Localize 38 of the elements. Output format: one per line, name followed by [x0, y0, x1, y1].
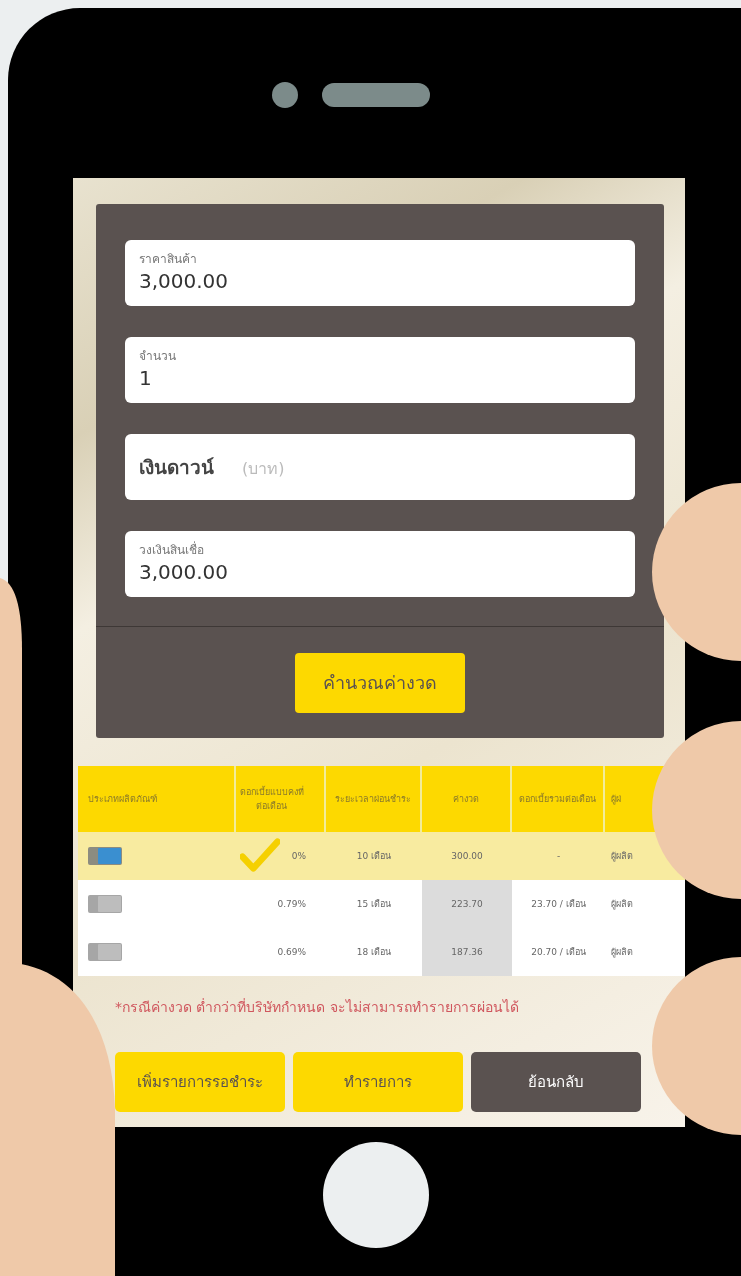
- warning-note: *กรณีค่างวด ต่ำกว่าที่บริษัทกำหนด จะไม่สามารถทำรายการผ่อนได้: [115, 997, 520, 1017]
- field-value: 3,000.00: [139, 559, 230, 586]
- table-cell: 187.36: [451, 947, 483, 957]
- table-cell-text: 15 เดือน: [356, 898, 392, 911]
- table-cell-text: 10 เดือน: [356, 850, 392, 863]
- table-cell-text: ผู้ผลิต: [611, 946, 633, 959]
- credit-card-icon: [88, 847, 122, 865]
- table-cell-text: 20.70 / เดือน: [531, 946, 586, 959]
- table-cell: 300.00: [451, 851, 483, 861]
- credit-card-icon: [88, 943, 122, 961]
- field-value: 1: [139, 365, 153, 392]
- input-field[interactable]: ราคาสินค้า 3,000.00: [125, 240, 635, 306]
- checkmark-icon: [240, 838, 280, 872]
- field-label: จำนวน: [139, 348, 177, 364]
- table-row[interactable]: 0% 10 เดือน 300.00 - ผู้ผลิต: [78, 832, 685, 880]
- table-cell-text: ผู้ผลิต: [611, 898, 633, 911]
- table-cell-text: 23.70 / เดือน: [531, 898, 586, 911]
- input-field[interactable]: วงเงินสินเชื่อ 3,000.00: [125, 531, 635, 597]
- table-cell-text: ผู้ผลิต: [611, 850, 633, 863]
- table-cell: 0.79%: [277, 899, 306, 909]
- action-button[interactable]: ทำรายการ: [293, 1052, 463, 1112]
- table-cell: 0%: [291, 851, 306, 861]
- action-button[interactable]: เพิ่มรายการรอชำระ: [115, 1052, 285, 1112]
- credit-card-icon: [88, 895, 122, 913]
- action-button[interactable]: ย้อนกลับ: [471, 1052, 641, 1112]
- input-field[interactable]: เงินดาวน์ (บาท): [125, 434, 635, 500]
- field-placeholder: (บาท): [242, 458, 285, 480]
- table-cell: 0.69%: [277, 947, 306, 957]
- field-value: 3,000.00: [139, 268, 230, 295]
- speaker-icon: [322, 83, 430, 107]
- field-label: เงินดาวน์: [139, 455, 214, 480]
- input-field[interactable]: จำนวน 1: [125, 337, 635, 403]
- table-cell: 223.70: [451, 899, 483, 909]
- field-label: วงเงินสินเชื่อ: [139, 542, 205, 558]
- table-cell: -: [556, 851, 561, 861]
- field-label: ราคาสินค้า: [139, 251, 198, 267]
- table-cell-text: 18 เดือน: [356, 946, 392, 959]
- calculate-button[interactable]: คำนวณค่างวด: [295, 652, 465, 713]
